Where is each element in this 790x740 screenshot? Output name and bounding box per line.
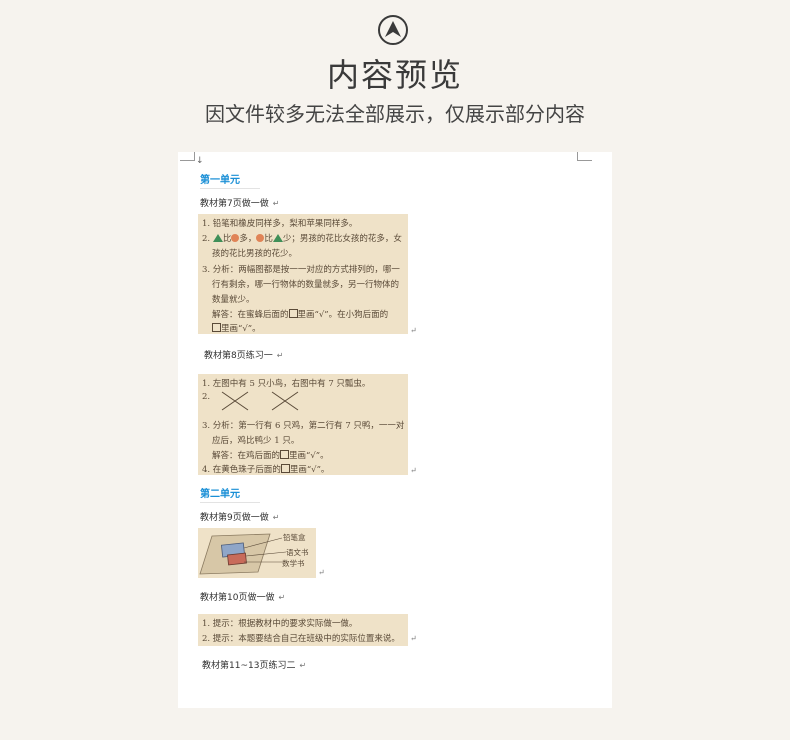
arrow-mark: ↓ xyxy=(196,156,204,166)
section-title: 教材第7页做一做 ↵ xyxy=(200,199,280,209)
triangle-icon xyxy=(272,234,283,242)
page-corner-mark xyxy=(180,152,195,161)
answer-line: 2. 比多，比少；男孩的花比女孩的花多，女 xyxy=(202,234,402,244)
document-preview: ↓ 第一单元 教材第7页做一做 ↵ 1. 铅笔和橡皮同样多，梨和苹果同样多。 2.… xyxy=(178,152,612,708)
answer-line: 数量就少。 xyxy=(212,295,255,305)
box-icon xyxy=(288,309,298,318)
page-subtitle: 因文件较多无法全部展示，仅展示部分内容 xyxy=(205,102,585,126)
answer-line: 解答：在鸡后面的 里画“√”。 xyxy=(212,450,329,461)
return-mark: ↵ xyxy=(318,568,325,577)
answer-panel: 1. 提示：根据教材中的要求实际做一做。 2. 提示：本题要结合自己在班级中的实… xyxy=(198,614,417,646)
unit-heading: 第一单元 xyxy=(200,171,260,189)
triangle-icon xyxy=(212,234,223,242)
unit-heading: 第二单元 xyxy=(200,485,260,503)
section-title: 教材第10页做一做 ↵ xyxy=(200,593,286,603)
box-icon xyxy=(280,450,290,459)
answer-panel: 1. 铅笔和橡皮同样多，梨和苹果同样多。 2. 比多，比少；男孩的花比女孩的花多… xyxy=(198,214,417,335)
answer-line: 1. 铅笔和橡皮同样多，梨和苹果同样多。 xyxy=(202,219,358,229)
section-title: 教材第9页做一做 ↵ xyxy=(200,513,280,523)
illustration-label: 铅笔盒 xyxy=(283,533,306,542)
answer-line: 4. 在黄色珠子后面的 里画“√”。 xyxy=(202,464,330,475)
up-arrow-circle-icon xyxy=(378,15,408,45)
answer-line: 里画“√”。 xyxy=(212,322,261,334)
answer-line: 3. 分析：第一行有 6 只鸡，第二行有 7 只鸭，一一对 xyxy=(202,421,405,431)
return-mark: ↵ xyxy=(410,326,417,335)
illustration-panel: 铅笔盒 语文书 数学书 ↵ xyxy=(198,528,325,578)
answer-line: 行有剩余，哪一行物体的数量就多，另一行物体的 xyxy=(212,280,400,290)
return-mark: ↵ xyxy=(410,466,417,475)
answer-line: 3. 分析：两幅图都是按一一对应的方式排列的，哪一 xyxy=(202,265,400,275)
matching-lines-figure xyxy=(221,391,299,411)
box-icon xyxy=(212,323,221,332)
answer-line: 1. 提示：根据教材中的要求实际做一做。 xyxy=(202,619,358,629)
answer-line: 2. xyxy=(202,392,211,402)
answer-line: 2. 提示：本题要结合自己在班级中的实际位置来说。 xyxy=(202,634,400,644)
answer-line: 解答：在蜜蜂后面的 里画“√”。在小狗后面的 xyxy=(212,309,389,320)
answer-line: 应后，鸡比鸭少 1 只。 xyxy=(212,436,300,446)
illustration-label: 语文书 xyxy=(286,548,309,557)
return-mark: ↵ xyxy=(410,634,417,643)
page-title: 内容预览 xyxy=(326,56,463,94)
page-corner-mark xyxy=(577,152,592,161)
illustration-label: 数学书 xyxy=(282,559,305,568)
section-title: 教材第8页练习一 ↵ xyxy=(204,351,284,361)
answer-line: 孩的花比男孩的花少。 xyxy=(212,249,298,259)
box-icon xyxy=(280,464,290,473)
answer-panel: 1. 左图中有 5 只小鸟，右图中有 7 只瓢虫。 2. 3. 分析：第一行有 … xyxy=(198,374,417,475)
answer-line: 1. 左图中有 5 只小鸟，右图中有 7 只瓢虫。 xyxy=(202,379,371,389)
section-title: 教材第11~13页练习二 ↵ xyxy=(202,661,307,671)
